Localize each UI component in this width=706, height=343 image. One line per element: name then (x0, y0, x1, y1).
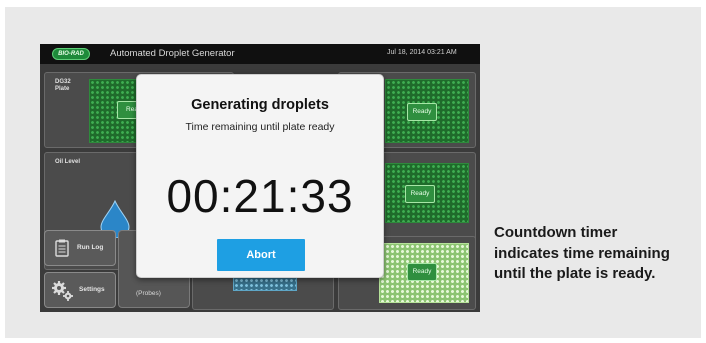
device-screen: BIO-RAD Automated Droplet Generator Jul … (40, 44, 480, 312)
ready-badge-middle-right: Ready (405, 185, 435, 203)
probes-label: (Probes) (136, 290, 161, 297)
plate-wells-bottom-center (233, 277, 297, 291)
countdown-timer: 00:21:33 (166, 170, 354, 222)
plate-label-line2: Plate (55, 86, 70, 92)
bio-rad-logo: BIO-RAD (52, 48, 90, 60)
figure-caption: Countdown timer indicates time remaining… (494, 224, 670, 282)
title-bar: BIO-RAD Automated Droplet Generator Jul … (40, 44, 480, 64)
dialog-title: Generating droplets (191, 97, 329, 113)
oil-level-label: Oil Level (55, 159, 81, 165)
run-log-label: Run Log (77, 244, 104, 251)
generating-droplets-dialog: Generating droplets Time remaining until… (136, 74, 384, 278)
run-log-button[interactable]: Run Log (44, 230, 116, 266)
ready-badge-bottom-right: Ready (407, 263, 437, 281)
ready-badge-top-right: Ready (407, 103, 437, 121)
plate-label-line1: DG32 (55, 79, 71, 85)
plate-label: DG32 Plate (55, 79, 71, 93)
abort-button[interactable]: Abort (217, 239, 305, 271)
plate-card-bottom-center[interactable] (192, 274, 334, 310)
datetime: Jul 18, 2014 03:21 AM (387, 49, 457, 56)
settings-label: Settings (79, 286, 105, 293)
app-title: Automated Droplet Generator (110, 48, 235, 59)
gears-icon (52, 281, 73, 301)
clipboard-icon (55, 239, 69, 257)
settings-button[interactable]: Settings (44, 272, 116, 308)
dialog-subtitle: Time remaining until plate ready (185, 121, 335, 133)
